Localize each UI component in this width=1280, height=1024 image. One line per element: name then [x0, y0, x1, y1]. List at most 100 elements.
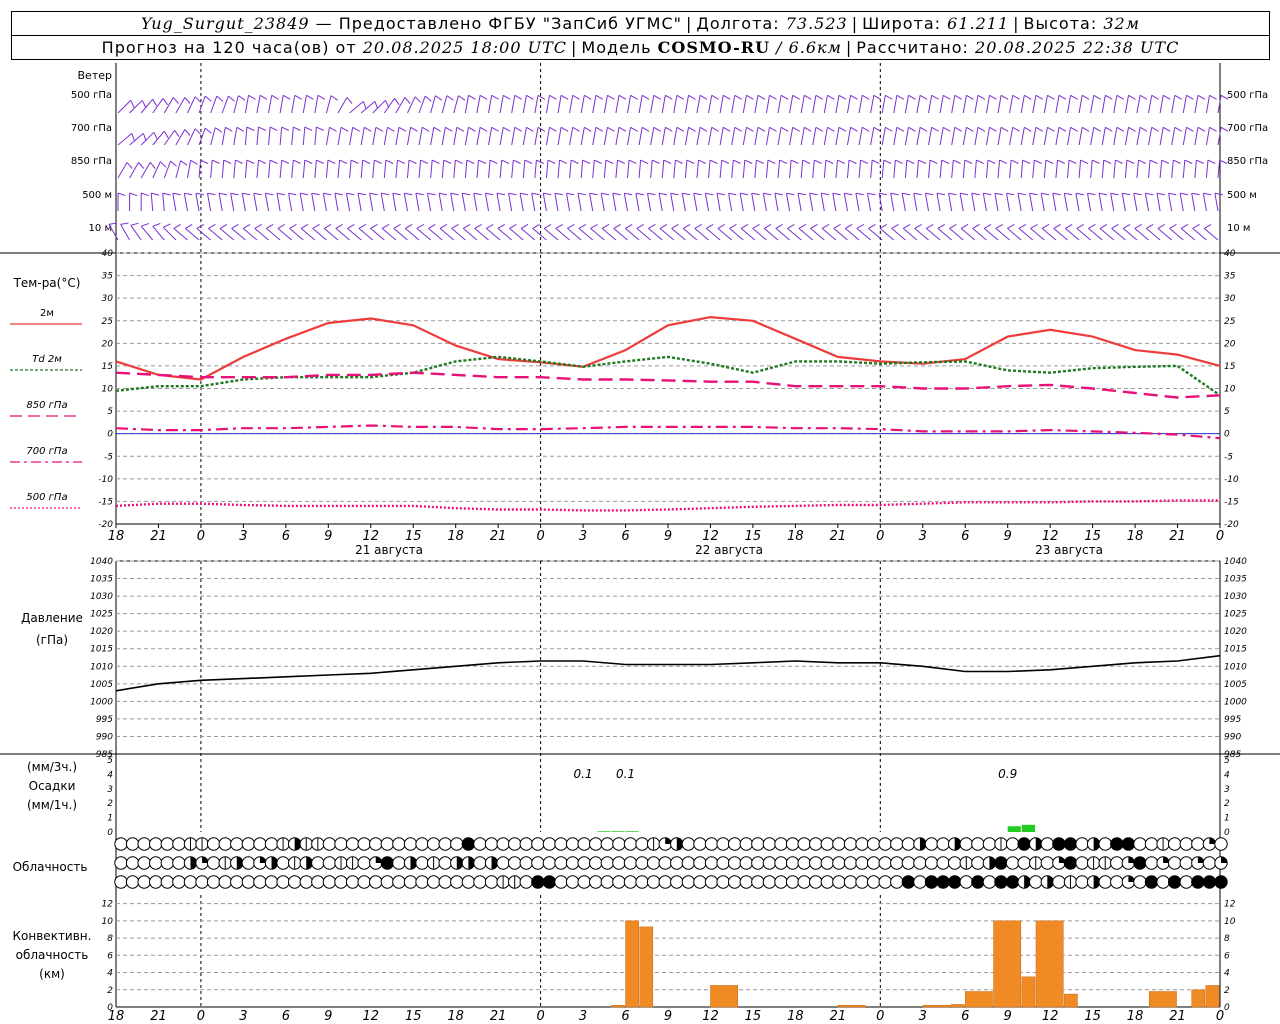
wind-barb-staff [1203, 228, 1219, 241]
wind-barb [430, 126, 441, 146]
cloud-symbol [704, 837, 719, 851]
cloud-circle [1040, 837, 1055, 851]
wind-barb [800, 126, 812, 146]
wind-barb-staff [1098, 193, 1103, 212]
wind-barb-feather [238, 95, 246, 101]
cloud-symbol [774, 837, 788, 851]
cloud-circle [1133, 875, 1147, 889]
wind-barb-feather [989, 126, 997, 132]
wind-barb [650, 94, 661, 114]
wind-barb-staff [787, 228, 802, 241]
cloud-symbol [357, 856, 371, 870]
x-tick-label-bottom: 0 [536, 1009, 544, 1024]
cloud-symbol [670, 837, 684, 851]
temp-tick-label: 15 [1224, 362, 1236, 372]
wind-barb [1101, 159, 1112, 179]
cloud-circle [693, 856, 707, 870]
wind-barb-feather [435, 95, 443, 101]
wind-barb-staff [982, 193, 987, 212]
wind-barb-feather [873, 94, 881, 100]
wind-barb-feather [549, 126, 557, 132]
cloud-symbol [785, 875, 800, 889]
cloud-circle [751, 837, 765, 851]
wind-barb [592, 159, 602, 179]
wind-barb [183, 192, 193, 212]
wind-barb-feather [346, 97, 353, 104]
wind-barb [358, 223, 374, 241]
wind-barb-feather [1022, 159, 1031, 164]
wind-barb-feather [1047, 126, 1055, 132]
wind-barb [820, 192, 830, 212]
cloud-circle [982, 875, 997, 889]
wind-barb-feather [584, 126, 592, 132]
cloud-symbol [751, 856, 765, 870]
wind-barb-staff [763, 228, 779, 241]
wind-barb [1144, 192, 1154, 212]
wind-barb [775, 223, 790, 241]
wind-barb-feather [431, 159, 440, 164]
wind-barb [777, 159, 788, 179]
wind-barb-feather [173, 223, 181, 229]
wind-barb [233, 95, 246, 114]
cloud-symbol [1075, 875, 1089, 889]
wind-barb [904, 94, 916, 114]
wind-barb-feather [228, 95, 235, 102]
cloud-symbol [994, 856, 1008, 870]
precip-amount-label: 0.9 [998, 767, 1017, 781]
cloud-symbol [149, 837, 163, 851]
wind-barb-feather [815, 94, 824, 100]
x-tick-label-bottom: 9 [1004, 1009, 1012, 1024]
cloud-symbol [936, 856, 950, 870]
conv-tick-label: 10 [102, 917, 114, 927]
cloud-symbol [1144, 875, 1159, 889]
cloud-circle [1098, 875, 1112, 889]
wind-barb [960, 223, 976, 241]
cloud-symbol [264, 875, 279, 889]
wind-barb-feather [1035, 126, 1044, 132]
cloud-symbol [473, 837, 487, 851]
wind-barb-staff [881, 127, 886, 146]
cloud-symbol [183, 875, 198, 889]
wind-barb-feather [1174, 94, 1182, 100]
cloud-circle [206, 856, 221, 870]
wind-barb [1171, 94, 1182, 114]
wind-barb [1203, 223, 1219, 241]
wind-barb-staff [231, 228, 246, 241]
wind-barb-staff [404, 228, 420, 241]
wind-barb-feather [855, 192, 864, 196]
cloud-symbol [484, 837, 499, 851]
wind-barb-staff [532, 228, 547, 241]
wind-barb-staff [1194, 160, 1197, 179]
wind-barb [580, 94, 592, 114]
wind-barb [1205, 94, 1217, 114]
wind-barb-feather [1024, 126, 1032, 132]
wind-barb [428, 223, 443, 241]
wind-barb-feather [462, 223, 471, 229]
cloud-symbol [1029, 856, 1043, 870]
wind-barb-feather [848, 159, 857, 164]
wind-barb-staff [765, 127, 770, 146]
wind-barb-feather [323, 223, 332, 229]
temp-tick-label: 15 [102, 362, 114, 372]
cloud-circle [206, 875, 221, 889]
wind-barb-feather [769, 126, 777, 132]
wind-barb-staff [453, 160, 456, 179]
wind-barb [812, 94, 824, 114]
wind-barb-staff [1075, 193, 1080, 212]
wind-barb-staff [279, 95, 284, 114]
wind-barb [580, 126, 592, 146]
wind-barb [1078, 126, 1090, 146]
x-tick-label-bottom: 18 [447, 1009, 464, 1024]
wind-barb-staff [901, 193, 906, 212]
wind-barb-feather [954, 126, 962, 132]
cloud-circle [415, 837, 429, 851]
wind-barb [242, 223, 258, 241]
wind-barb-feather [566, 192, 575, 196]
cloud-symbol [554, 856, 568, 870]
wind-barb-staff [430, 127, 435, 146]
cloud-symbol [1202, 875, 1217, 889]
wind-barb-staff [337, 160, 341, 179]
wind-barb-feather [804, 94, 812, 100]
conv-tick-label: 0 [1224, 1003, 1230, 1013]
wind-barb [671, 223, 686, 241]
